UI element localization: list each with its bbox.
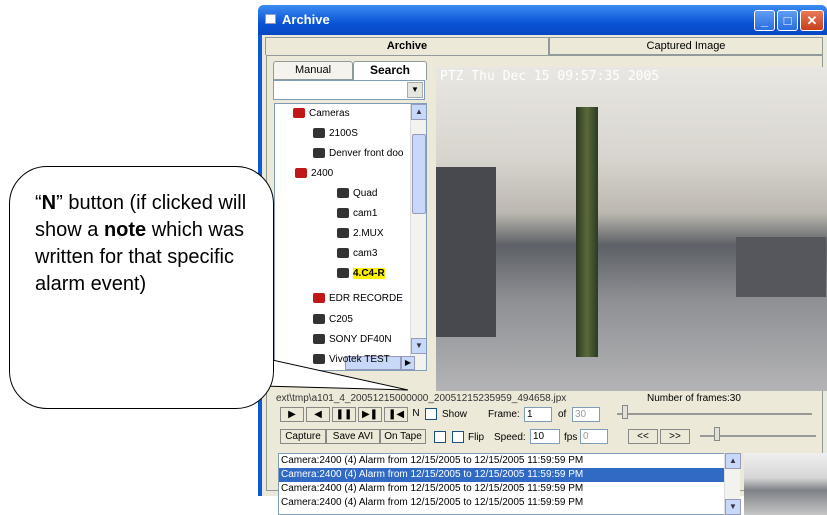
callout-close-quote: ” — [56, 192, 63, 214]
callout-n: N — [41, 192, 57, 214]
callout-text: “N” button (if clicked will show a note … — [35, 190, 263, 298]
callout-open-quote: “ — [35, 192, 42, 214]
callout-note: note — [103, 219, 147, 241]
scroll-down-icon[interactable]: ▼ — [725, 499, 741, 515]
alarm-row[interactable]: Camera:2400 (4) Alarm from 12/15/2005 to… — [279, 496, 739, 510]
